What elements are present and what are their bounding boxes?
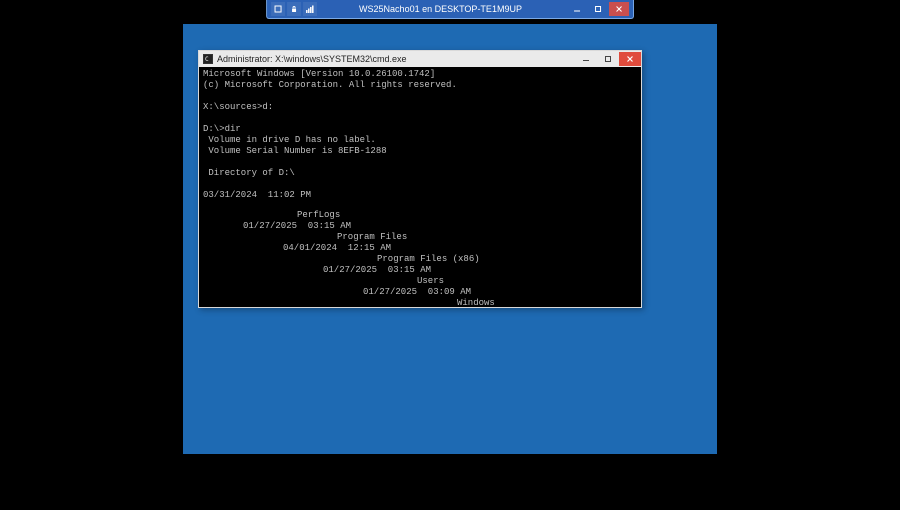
rdp-connection-bar[interactable]: WS25Nacho01 en DESKTOP-TE1M9UP [266,0,634,19]
cmd-output[interactable]: Microsoft Windows [Version 10.0.26100.17… [199,67,641,307]
rdp-restore-button[interactable] [588,2,608,16]
lock-icon [287,2,301,16]
cmd-app-icon: C [203,54,213,64]
rdp-close-button[interactable] [609,2,629,16]
cmd-title: Administrator: X:\windows\SYSTEM32\cmd.e… [217,54,575,64]
pin-icon[interactable] [271,2,285,16]
cmd-minimize-button[interactable] [575,52,597,66]
rdp-minimize-button[interactable] [567,2,587,16]
rdp-title: WS25Nacho01 en DESKTOP-TE1M9UP [319,4,562,14]
signal-icon [303,2,317,16]
rdp-window-controls [566,2,629,16]
svg-text:C: C [205,56,209,63]
cmd-maximize-button[interactable] [597,52,619,66]
remote-desktop[interactable]: C Administrator: X:\windows\SYSTEM32\cmd… [183,24,717,454]
cmd-window[interactable]: C Administrator: X:\windows\SYSTEM32\cmd… [198,50,642,308]
cmd-close-button[interactable] [619,52,641,66]
cmd-titlebar[interactable]: C Administrator: X:\windows\SYSTEM32\cmd… [199,51,641,67]
